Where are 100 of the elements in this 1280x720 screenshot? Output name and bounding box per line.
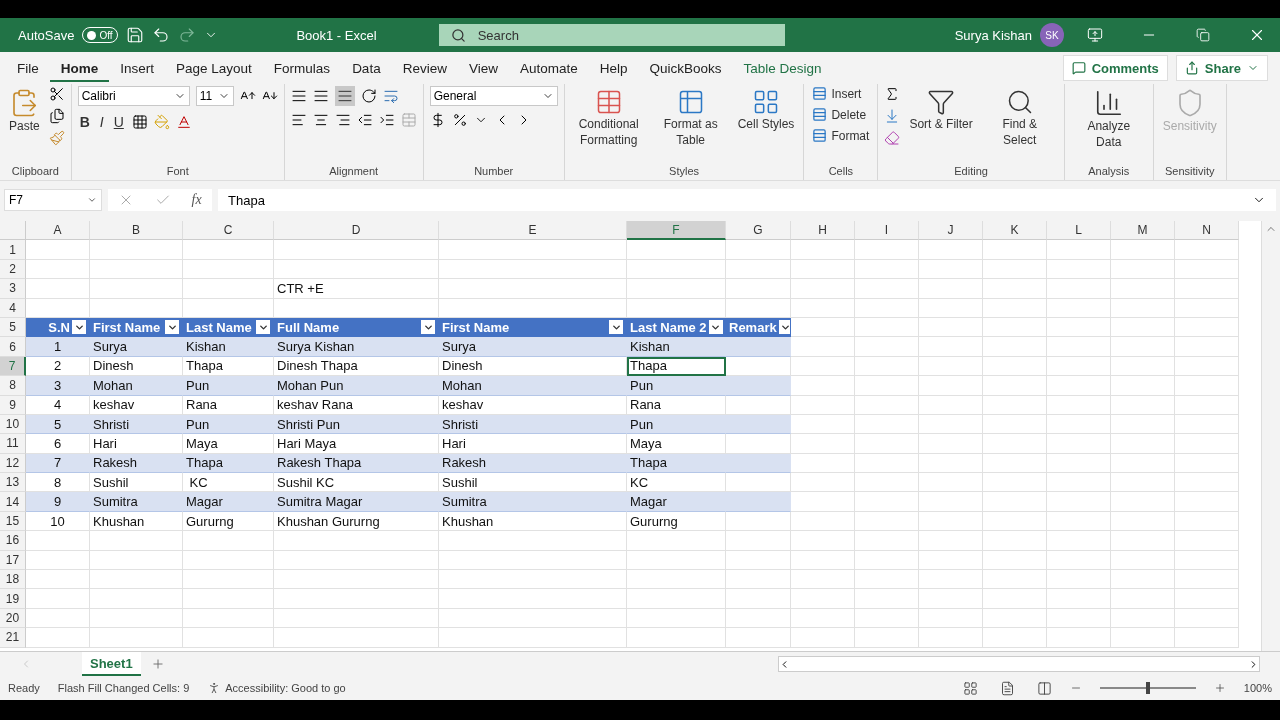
sheet-cell[interactable]: [919, 337, 983, 357]
sheet-cell[interactable]: [183, 550, 274, 571]
column-header[interactable]: J: [919, 221, 983, 241]
bold-button[interactable]: B: [77, 112, 92, 132]
borders-icon[interactable]: [131, 114, 148, 130]
sheet-cell[interactable]: [90, 259, 183, 280]
sheet-cell[interactable]: [983, 550, 1047, 571]
sheet-cell[interactable]: [1111, 608, 1175, 629]
sheet-cell[interactable]: [791, 550, 855, 571]
sheet-cell[interactable]: [1047, 395, 1111, 415]
formula-field[interactable]: Thapa: [218, 189, 1276, 211]
column-header[interactable]: L: [1047, 221, 1111, 241]
sheet-cell[interactable]: [983, 492, 1047, 512]
sheet-cell[interactable]: [627, 259, 726, 280]
sheet-cell[interactable]: [274, 589, 439, 609]
table-cell[interactable]: Pun: [183, 376, 274, 396]
table-cell[interactable]: Thapa: [627, 453, 726, 474]
table-cell[interactable]: Magar: [183, 492, 274, 512]
sheet-cell[interactable]: [1111, 356, 1175, 377]
sheet-cell[interactable]: [26, 298, 90, 318]
table-cell[interactable]: [726, 511, 791, 532]
table-cell[interactable]: Khushan: [90, 511, 183, 532]
column-header[interactable]: N: [1175, 221, 1239, 241]
table-header-cell[interactable]: Remark: [726, 317, 791, 338]
sheet-cell[interactable]: [90, 589, 183, 609]
row-header[interactable]: 18: [0, 570, 26, 590]
sheet-cell[interactable]: [1175, 570, 1239, 590]
table-cell[interactable]: Gururng: [627, 511, 726, 532]
sheet-cell[interactable]: [791, 531, 855, 551]
sheet-cell[interactable]: [439, 531, 627, 551]
filter-button[interactable]: [165, 320, 179, 335]
sheet-cell[interactable]: [90, 531, 183, 551]
sheet-cell[interactable]: [1175, 414, 1239, 435]
caret-icon[interactable]: [87, 195, 97, 205]
accessibility-status[interactable]: Accessibility: Good to go: [225, 682, 346, 694]
sheet-cell[interactable]: [1111, 337, 1175, 357]
sheet-cell[interactable]: [919, 628, 983, 648]
sheet-cell[interactable]: [919, 356, 983, 377]
table-cell[interactable]: Mohan Pun: [274, 376, 439, 396]
sheet-cell[interactable]: [1047, 511, 1111, 532]
table-cell[interactable]: Magar: [627, 492, 726, 512]
table-cell[interactable]: Hari: [439, 434, 627, 454]
save-icon[interactable]: [126, 26, 145, 44]
sheet-cell[interactable]: [183, 279, 274, 299]
sheet-cell[interactable]: [919, 434, 983, 454]
sheet-cell[interactable]: [1111, 414, 1175, 435]
sheet-cell[interactable]: [855, 550, 919, 571]
table-cell[interactable]: Dinesh: [90, 356, 183, 377]
sheet-cell[interactable]: [1047, 473, 1111, 493]
ribbon-tab[interactable]: Insert: [109, 54, 166, 82]
sheet-cell[interactable]: [1047, 337, 1111, 357]
comments-button[interactable]: Comments: [1062, 55, 1168, 81]
row-header[interactable]: 9: [0, 395, 26, 415]
table-cell[interactable]: [726, 376, 791, 396]
sheet-cell[interactable]: [26, 531, 90, 551]
increase-indent-icon[interactable]: [378, 112, 395, 128]
sheet-cell[interactable]: [183, 608, 274, 629]
orientation-icon[interactable]: [360, 88, 377, 104]
italic-button[interactable]: I: [97, 112, 106, 132]
sheet-cell[interactable]: [90, 608, 183, 629]
styles-button[interactable]: Format as Table: [652, 86, 729, 150]
sheet-cell[interactable]: [855, 628, 919, 648]
normal-view-icon[interactable]: [962, 680, 978, 696]
sheet-cell[interactable]: [855, 317, 919, 338]
sheet-cell[interactable]: [439, 570, 627, 590]
cells-button[interactable]: Delete: [810, 107, 872, 122]
sheet-cell[interactable]: [274, 259, 439, 280]
sheet-cell[interactable]: [919, 376, 983, 396]
sheet-cell[interactable]: [1047, 531, 1111, 551]
sheet-cell[interactable]: [983, 259, 1047, 280]
sheet-cell[interactable]: [855, 298, 919, 318]
sheet-cell[interactable]: [90, 628, 183, 648]
ribbon-tab[interactable]: View: [457, 54, 509, 82]
sheet-cell[interactable]: [90, 570, 183, 590]
active-cell[interactable]: Thapa: [627, 356, 726, 377]
table-cell[interactable]: Surya: [439, 337, 627, 357]
table-cell[interactable]: Surya Kishan: [274, 337, 439, 357]
sheet-cell[interactable]: [439, 298, 627, 318]
sheet-cell[interactable]: [919, 395, 983, 415]
sheet-cell[interactable]: [726, 628, 791, 648]
table-cell[interactable]: Shristi Pun: [274, 414, 439, 435]
sheet-cell[interactable]: [726, 240, 791, 260]
sheet-cell[interactable]: [627, 531, 726, 551]
sheet-cell[interactable]: [1047, 608, 1111, 629]
sheet-cell[interactable]: [1111, 628, 1175, 648]
eraser-icon[interactable]: [884, 130, 901, 146]
table-header-cell[interactable]: S.N: [26, 317, 90, 338]
name-box[interactable]: F7: [4, 189, 102, 211]
table-cell[interactable]: keshav: [90, 395, 183, 415]
sheet-cell[interactable]: [791, 279, 855, 299]
sheet-cell[interactable]: [791, 395, 855, 415]
sheet-cell[interactable]: [983, 511, 1047, 532]
sheet-cell[interactable]: [627, 570, 726, 590]
table-cell[interactable]: Dinesh: [439, 356, 627, 377]
sheet-cell[interactable]: [1111, 240, 1175, 260]
column-header[interactable]: D: [274, 221, 439, 241]
vertical-scrollbar[interactable]: [1261, 221, 1280, 651]
paste-button[interactable]: Paste: [6, 86, 43, 136]
sheet-cell[interactable]: [791, 511, 855, 532]
filter-button[interactable]: [708, 320, 723, 335]
